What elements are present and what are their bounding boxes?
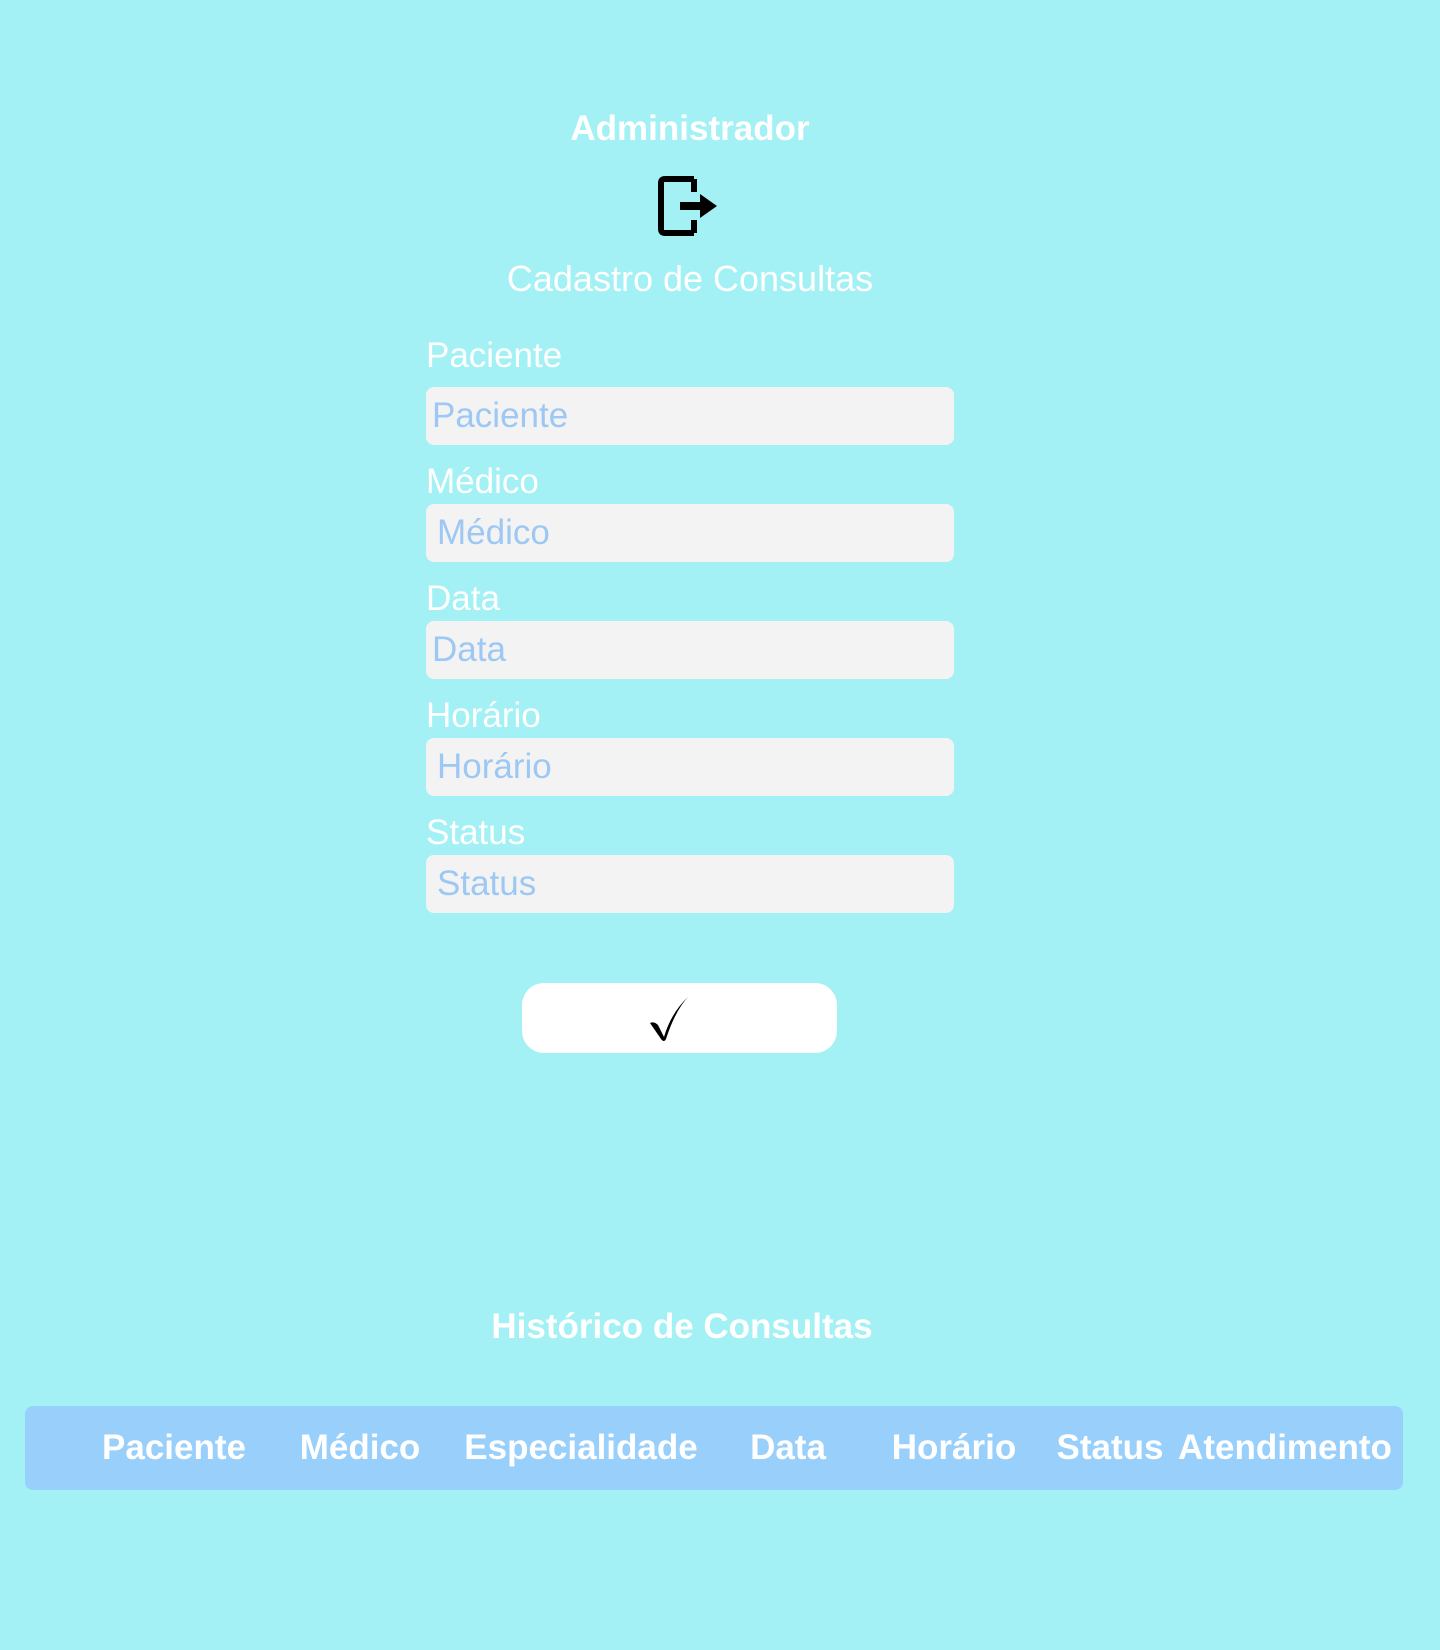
column-header-time: Horário: [891, 1428, 1017, 1467]
status-input[interactable]: [426, 855, 954, 913]
column-header-status: Status: [1056, 1428, 1164, 1467]
doctor-input[interactable]: [426, 504, 954, 562]
logout-icon: [658, 176, 717, 236]
submit-button[interactable]: [522, 983, 837, 1053]
date-input[interactable]: [426, 621, 954, 679]
status-label: Status: [426, 813, 526, 852]
column-header-patient: Paciente: [102, 1428, 246, 1467]
column-header-specialty: Especialidade: [464, 1428, 698, 1467]
checkmark-icon: [650, 997, 688, 1041]
time-label: Horário: [426, 696, 541, 735]
time-input[interactable]: [426, 738, 954, 796]
column-header-doctor: Médico: [299, 1428, 421, 1467]
column-header-date: Data: [750, 1428, 826, 1467]
doctor-label: Médico: [426, 462, 539, 501]
history-table-header: Paciente Médico Especialidade Data Horár…: [25, 1406, 1403, 1490]
patient-label: Paciente: [426, 336, 563, 375]
form-title: Cadastro de Consultas: [506, 258, 874, 299]
role-title: Administrador: [570, 109, 810, 148]
history-title: Histórico de Consultas: [491, 1307, 873, 1346]
logout-button[interactable]: [656, 173, 720, 239]
patient-input[interactable]: [426, 387, 954, 445]
date-label: Data: [426, 579, 500, 618]
column-header-service: Atendimento: [1178, 1428, 1392, 1467]
